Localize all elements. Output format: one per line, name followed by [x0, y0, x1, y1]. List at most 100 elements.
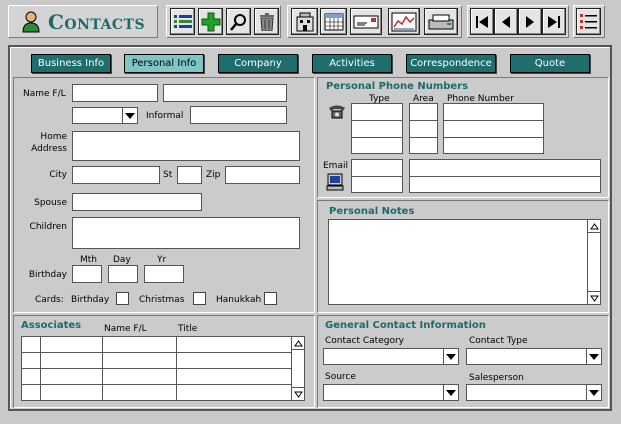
find-button[interactable]	[226, 8, 251, 35]
first-record-icon	[476, 15, 488, 28]
scroll-up-icon[interactable]	[292, 337, 304, 350]
source-label: Source	[325, 372, 356, 382]
cards-birthday-label: Birthday	[71, 295, 110, 305]
chevron-down-icon	[586, 385, 601, 400]
scroll-down-icon[interactable]	[588, 291, 600, 304]
last-record-button[interactable]	[542, 8, 566, 35]
telephone-icon	[328, 103, 346, 119]
salesperson-dropdown[interactable]	[466, 384, 602, 401]
tab-business-info[interactable]: Business Info	[31, 54, 111, 73]
email-type-field[interactable]	[351, 159, 403, 193]
report-chart-icon	[391, 12, 417, 31]
letter-button[interactable]	[350, 8, 382, 35]
personal-notes-textarea[interactable]	[328, 219, 601, 305]
birth-day-label: Day	[113, 255, 131, 265]
tab-personal-info[interactable]: Personal Info	[124, 54, 204, 73]
company-button[interactable]	[291, 8, 318, 35]
contact-type-label: Contact Type	[469, 336, 528, 346]
associates-name-header: Name F/L	[104, 324, 147, 334]
general-section-title: General Contact Information	[325, 320, 486, 331]
print-button[interactable]	[424, 8, 458, 35]
app-title: Contacts	[48, 10, 146, 34]
city-input[interactable]	[72, 166, 160, 184]
contact-type-dropdown[interactable]	[466, 348, 602, 365]
birth-year-label: Yr	[157, 255, 167, 265]
cards-birthday-checkbox[interactable]	[116, 292, 129, 305]
cards-hanukkah-label: Hanukkah	[216, 295, 262, 305]
salesperson-label: Salesperson	[469, 373, 524, 383]
list-icon	[173, 14, 192, 28]
chevron-down-icon	[443, 349, 458, 364]
phone-type-column	[351, 103, 403, 154]
children-input[interactable]	[72, 217, 300, 249]
phone-number-column	[443, 103, 544, 154]
zip-input[interactable]	[225, 166, 300, 184]
salutation-dropdown[interactable]	[72, 107, 138, 124]
contacts-person-icon	[22, 11, 40, 33]
birthday-label: Birthday	[28, 270, 67, 280]
cards-christmas-checkbox[interactable]	[193, 292, 206, 305]
last-record-icon	[548, 15, 560, 28]
cards-label: Cards:	[35, 295, 64, 305]
source-dropdown[interactable]	[323, 384, 459, 401]
state-label: St	[163, 170, 173, 180]
next-record-icon	[526, 15, 534, 28]
associates-title-header: Title	[178, 324, 198, 334]
trash-icon	[259, 12, 274, 31]
add-record-button[interactable]	[198, 8, 223, 35]
last-name-input[interactable]	[163, 84, 287, 102]
state-input[interactable]	[177, 166, 202, 184]
children-label: Children	[29, 222, 67, 232]
associates-section-title: Associates	[21, 320, 82, 331]
associates-scrollbar[interactable]	[291, 337, 304, 400]
zip-label: Zip	[206, 170, 221, 180]
notes-scrollbar[interactable]	[587, 220, 600, 304]
chevron-down-icon	[443, 385, 458, 400]
previous-record-button[interactable]	[494, 8, 518, 35]
spouse-input[interactable]	[72, 193, 202, 211]
calendar-icon	[324, 13, 343, 30]
cards-hanukkah-checkbox[interactable]	[264, 292, 277, 305]
phone-section-title: Personal Phone Numbers	[326, 81, 469, 92]
building-icon	[296, 12, 313, 31]
cards-christmas-label: Christmas	[139, 295, 185, 305]
tab-company[interactable]: Company	[218, 54, 298, 73]
report-button[interactable]	[388, 8, 420, 35]
home-address-label: Home Address	[31, 132, 67, 154]
magnifier-icon	[229, 13, 246, 31]
associates-table[interactable]	[21, 336, 305, 401]
email-address-field[interactable]	[409, 159, 601, 193]
delete-record-button[interactable]	[254, 8, 279, 35]
birth-year-input[interactable]	[144, 265, 184, 283]
tab-activities[interactable]: Activities	[312, 54, 392, 73]
list-view-button[interactable]	[170, 8, 195, 35]
name-label: Name F/L	[23, 89, 66, 99]
envelope-icon	[353, 15, 379, 28]
scroll-up-icon[interactable]	[588, 220, 600, 233]
phone-area-column	[409, 103, 438, 154]
tab-quote[interactable]: Quote	[510, 54, 590, 73]
birth-month-label: Mth	[80, 255, 97, 265]
bulleted-list-icon	[579, 13, 597, 29]
first-record-button[interactable]	[470, 8, 494, 35]
chevron-down-icon	[586, 349, 601, 364]
list-records-button[interactable]	[576, 8, 601, 35]
next-record-button[interactable]	[518, 8, 542, 35]
chevron-down-icon	[122, 108, 137, 123]
plus-icon	[201, 12, 220, 31]
scroll-down-icon[interactable]	[292, 387, 304, 400]
birth-month-input[interactable]	[72, 265, 102, 283]
city-label: City	[49, 170, 67, 180]
calendar-button[interactable]	[320, 8, 347, 35]
contact-category-dropdown[interactable]	[323, 348, 459, 365]
printer-icon	[428, 14, 454, 29]
email-label: Email	[323, 161, 348, 171]
home-address-input[interactable]	[72, 131, 300, 161]
previous-record-icon	[502, 15, 510, 28]
informal-label: Informal	[146, 111, 184, 121]
birth-day-input[interactable]	[108, 265, 138, 283]
tab-correspondence[interactable]: Correspondence	[406, 54, 496, 73]
spouse-label: Spouse	[34, 198, 67, 208]
informal-name-input[interactable]	[190, 106, 287, 124]
first-name-input[interactable]	[72, 84, 158, 102]
